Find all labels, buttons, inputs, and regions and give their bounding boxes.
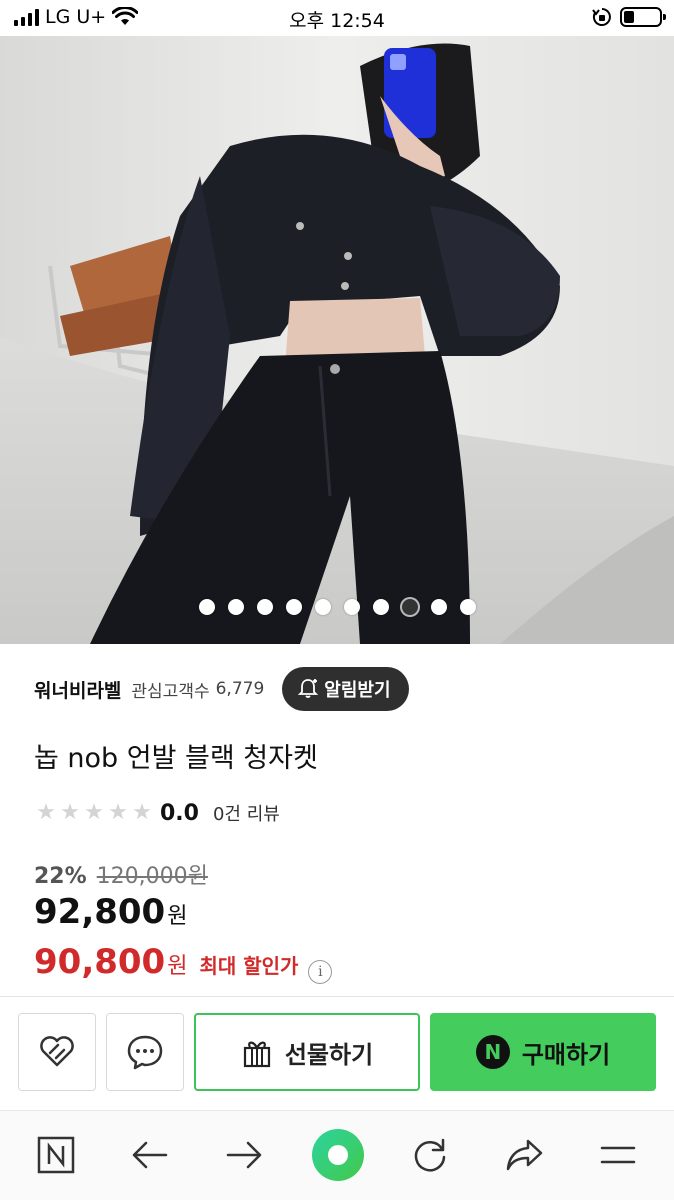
status-time: 오후 12:54: [289, 10, 385, 32]
max-discount-unit: 원: [167, 954, 188, 979]
share-icon: [506, 1139, 543, 1171]
back-button[interactable]: [126, 1131, 174, 1179]
star-icon: ★: [108, 800, 128, 825]
star-icon: ★: [84, 800, 104, 825]
battery-icon: [620, 7, 666, 27]
sale-price: 92,800: [34, 892, 166, 932]
discount-row: 22% 120,000원: [34, 858, 208, 890]
gallery-dot[interactable]: [459, 599, 476, 615]
rating-value: 0.0: [160, 800, 199, 826]
sale-price-unit: 원: [167, 904, 188, 929]
forward-arrow-icon: [226, 1141, 262, 1169]
talk-button[interactable]: [106, 1013, 184, 1091]
browser-toolbar: [0, 1110, 674, 1200]
chat-bubble-icon: [127, 1035, 163, 1070]
gallery-dot[interactable]: [285, 599, 302, 615]
rating-row: ★ ★ ★ ★ ★ 0.0 0건 리뷰: [34, 798, 280, 828]
followers-label: 관심고객수: [131, 681, 210, 702]
naver-pay-badge: N: [475, 1035, 510, 1069]
store-row: 워너비라벨 관심고객수 6,779 알림받기: [34, 667, 409, 711]
product-photo: [0, 36, 674, 644]
max-discount-price: 90,800: [34, 942, 166, 982]
orientation-lock-icon: [592, 8, 611, 26]
discount-rate: 22%: [34, 864, 87, 889]
product-image[interactable]: [0, 36, 674, 644]
bell-plus-icon: [298, 679, 319, 698]
share-button[interactable]: [500, 1131, 548, 1179]
gallery-dot[interactable]: [198, 599, 215, 615]
divider: [0, 996, 674, 997]
status-bar: LG U+ 오후 12:54: [0, 0, 674, 36]
menu-button[interactable]: [594, 1131, 642, 1179]
star-icon: ★: [36, 800, 56, 825]
store-name[interactable]: 워너비라벨: [34, 676, 121, 703]
refresh-button[interactable]: [406, 1131, 454, 1179]
gallery-dot[interactable]: [430, 599, 447, 615]
naver-green-dot-button[interactable]: [310, 1127, 366, 1183]
battery-level: [624, 11, 635, 23]
gift-label: 선물하기: [284, 1040, 374, 1069]
naver-home-icon: [37, 1136, 75, 1174]
original-price: 120,000원: [96, 864, 208, 889]
gallery-dot[interactable]: [372, 599, 389, 615]
forward-button[interactable]: [220, 1131, 268, 1179]
star-icon: ★: [132, 800, 152, 825]
buy-label: 구매하기: [521, 1040, 611, 1069]
gift-icon: [243, 1041, 270, 1068]
price-row: 92,800 원: [34, 892, 187, 932]
green-dot-icon: [312, 1129, 364, 1181]
heart-icon: [40, 1036, 74, 1067]
star-icon: ★: [60, 800, 80, 825]
gallery-dot[interactable]: [256, 599, 273, 615]
gallery-dot[interactable]: [401, 599, 418, 615]
gallery-dot[interactable]: [314, 599, 331, 615]
gallery-pagination: [0, 599, 674, 615]
notify-label: 알림받기: [324, 680, 391, 701]
info-icon[interactable]: i: [308, 960, 333, 984]
product-title: 놉 nob 언발 블랙 청자켓: [34, 743, 318, 774]
rating-stars: ★ ★ ★ ★ ★: [34, 802, 154, 824]
review-count[interactable]: 0건 리뷰: [213, 800, 280, 826]
back-arrow-icon: [132, 1141, 168, 1169]
max-discount-label: 최대 할인가: [199, 954, 299, 978]
max-discount-row: 90,800 원 최대 할인가 i: [34, 942, 333, 984]
gift-button[interactable]: 선물하기: [194, 1013, 420, 1091]
wishlist-button[interactable]: [18, 1013, 96, 1091]
gallery-dot[interactable]: [227, 599, 244, 615]
notify-button[interactable]: 알림받기: [282, 667, 409, 711]
buy-button[interactable]: N 구매하기: [430, 1013, 656, 1091]
gallery-dot[interactable]: [343, 599, 360, 615]
followers-count: 6,779: [215, 679, 265, 699]
naver-home-button[interactable]: [32, 1131, 80, 1179]
action-bar: 선물하기 N 구매하기: [18, 1013, 658, 1091]
refresh-icon: [414, 1138, 446, 1172]
status-right: [592, 7, 666, 27]
menu-icon: [600, 1146, 636, 1164]
